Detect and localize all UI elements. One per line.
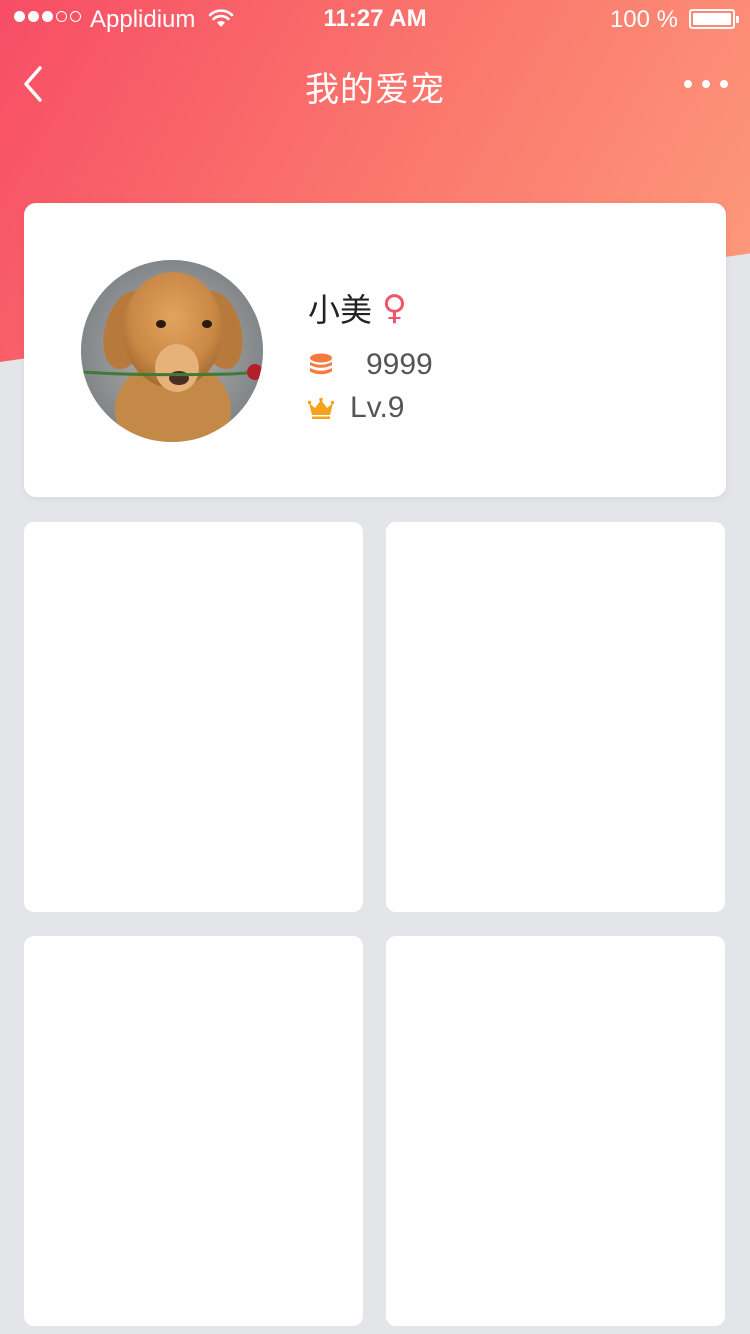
status-bar: Applidium 11:27 AM 100 % bbox=[0, 0, 750, 40]
coin-stack-icon bbox=[310, 353, 332, 375]
grid-card[interactable] bbox=[386, 936, 725, 1326]
pet-avatar[interactable] bbox=[81, 260, 263, 442]
coins-value: 9999 bbox=[366, 348, 433, 381]
pet-name-row: 小美 ♀ bbox=[308, 285, 407, 331]
grid-card[interactable] bbox=[386, 522, 725, 912]
crown-icon bbox=[308, 397, 334, 419]
level-row: Lv.9 bbox=[308, 391, 404, 425]
more-options-button[interactable] bbox=[684, 74, 728, 94]
battery-icon bbox=[689, 9, 739, 29]
coins-row: 9999 bbox=[308, 348, 433, 382]
page-title: 我的爱宠 bbox=[305, 71, 445, 109]
grid-card[interactable] bbox=[24, 936, 363, 1326]
pet-profile-card[interactable]: 小美 ♀ 9999 Lv.9 bbox=[24, 203, 726, 497]
battery-percentage: 100 % bbox=[609, 6, 678, 33]
level-value: Lv.9 bbox=[350, 391, 405, 424]
pet-name: 小美 bbox=[308, 291, 373, 329]
female-icon: ♀ bbox=[382, 288, 407, 328]
grid-card[interactable] bbox=[24, 522, 363, 912]
navigation-bar: 我的爱宠 bbox=[0, 44, 750, 124]
more-horizontal-icon bbox=[684, 80, 692, 88]
